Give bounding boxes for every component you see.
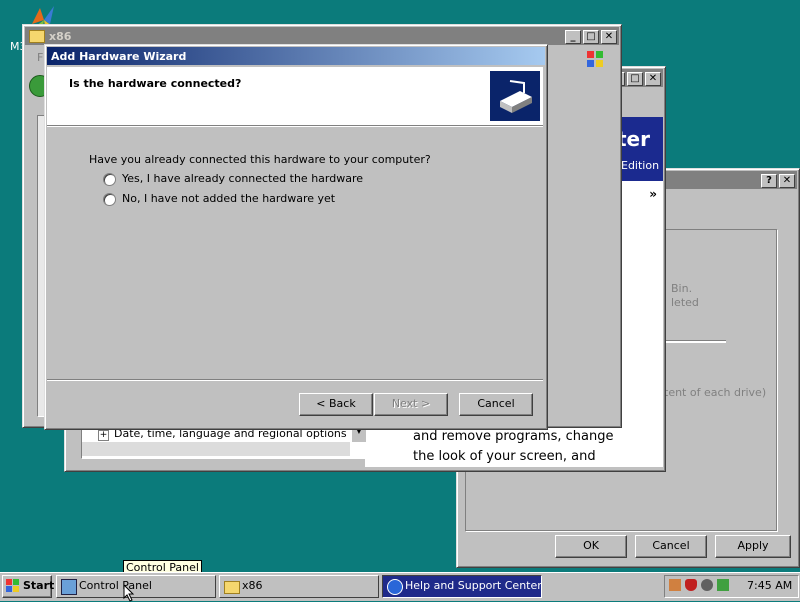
- taskbar-button-help[interactable]: Help and Support Center: [382, 575, 542, 598]
- prop-slider-track[interactable]: [666, 340, 726, 343]
- windows-flag-icon: [6, 579, 19, 592]
- help-text-2: the look of your screen, and: [413, 449, 596, 464]
- explorer-title: x86: [49, 29, 72, 43]
- folder-icon: [224, 581, 240, 594]
- help-banner: ter Edition: [621, 117, 663, 181]
- wizard-question: Have you already connected this hardware…: [89, 153, 431, 166]
- back-button[interactable]: < Back: [299, 393, 373, 416]
- security-icon[interactable]: [701, 579, 713, 591]
- wizard-header-title: Is the hardware connected?: [69, 77, 242, 90]
- radio-no[interactable]: No, I have not added the hardware yet: [103, 192, 335, 206]
- banner-title: ter: [621, 127, 650, 151]
- expand-icon[interactable]: +: [98, 430, 109, 441]
- prop-text-3: tent of each drive): [664, 386, 767, 399]
- folder-icon: [29, 29, 45, 43]
- ok-button[interactable]: OK: [555, 535, 627, 558]
- tree-panel[interactable]: + Date, time, language and regional opti…: [81, 425, 367, 459]
- mouse-cursor-icon: [123, 584, 135, 602]
- explorer-titlebar[interactable]: x86 _ □ ✕: [25, 27, 619, 45]
- wizard-header: Is the hardware connected?: [47, 67, 543, 125]
- radio-yes-circle[interactable]: [103, 172, 116, 186]
- clock[interactable]: 7:45 AM: [747, 579, 792, 592]
- cancel-button[interactable]: Cancel: [635, 535, 707, 558]
- radio-yes-label: Yes, I have already connected the hardwa…: [122, 172, 364, 185]
- hardware-icon: [490, 71, 540, 121]
- taskbar-button-x86[interactable]: x86: [219, 575, 379, 598]
- system-tray: 7:45 AM: [664, 575, 799, 598]
- horizontal-scrollbar[interactable]: [82, 442, 350, 456]
- cancel-button[interactable]: Cancel: [459, 393, 533, 416]
- network-icon[interactable]: [717, 579, 729, 591]
- maximize-button[interactable]: □: [583, 30, 599, 44]
- prop-text-2: leted: [671, 296, 699, 309]
- radio-no-label: No, I have not added the hardware yet: [122, 192, 336, 205]
- close-button[interactable]: ✕: [779, 174, 795, 188]
- add-hardware-wizard[interactable]: Add Hardware Wizard Is the hardware conn…: [44, 44, 548, 430]
- close-button[interactable]: ✕: [645, 72, 661, 86]
- close-button[interactable]: ✕: [601, 30, 617, 44]
- maximize-button[interactable]: □: [627, 72, 643, 86]
- tray-app-icon[interactable]: [669, 579, 681, 591]
- next-button[interactable]: Next >: [374, 393, 448, 416]
- menu-fragment[interactable]: F: [37, 51, 43, 64]
- header-separator: [47, 125, 543, 127]
- footer-separator: [47, 379, 543, 381]
- windows-logo-icon: [585, 49, 605, 69]
- prop-text-1: Bin.: [671, 282, 693, 295]
- banner-subtitle: Edition: [621, 159, 660, 172]
- shield-icon[interactable]: [685, 579, 697, 591]
- help-text-1: and remove programs, change: [413, 429, 614, 444]
- help-button[interactable]: ?: [761, 174, 777, 188]
- taskbar-label: Control Panel: [79, 579, 152, 592]
- start-label: Start: [23, 579, 55, 592]
- control-panel-icon: [61, 579, 77, 595]
- start-button[interactable]: Start: [2, 575, 55, 598]
- wizard-title: Add Hardware Wizard: [51, 49, 187, 63]
- taskbar-label: x86: [242, 579, 263, 592]
- minimize-button[interactable]: _: [565, 30, 581, 44]
- taskbar-label: Help and Support Center: [405, 579, 542, 592]
- radio-yes[interactable]: Yes, I have already connected the hardwa…: [103, 172, 363, 186]
- help-icon: [387, 579, 403, 595]
- wizard-titlebar[interactable]: Add Hardware Wizard: [47, 47, 545, 65]
- radio-no-circle[interactable]: [103, 192, 116, 206]
- chevron-icon[interactable]: »: [649, 187, 657, 201]
- apply-button[interactable]: Apply: [715, 535, 791, 558]
- taskbar-button-control-panel[interactable]: Control Panel: [56, 575, 216, 598]
